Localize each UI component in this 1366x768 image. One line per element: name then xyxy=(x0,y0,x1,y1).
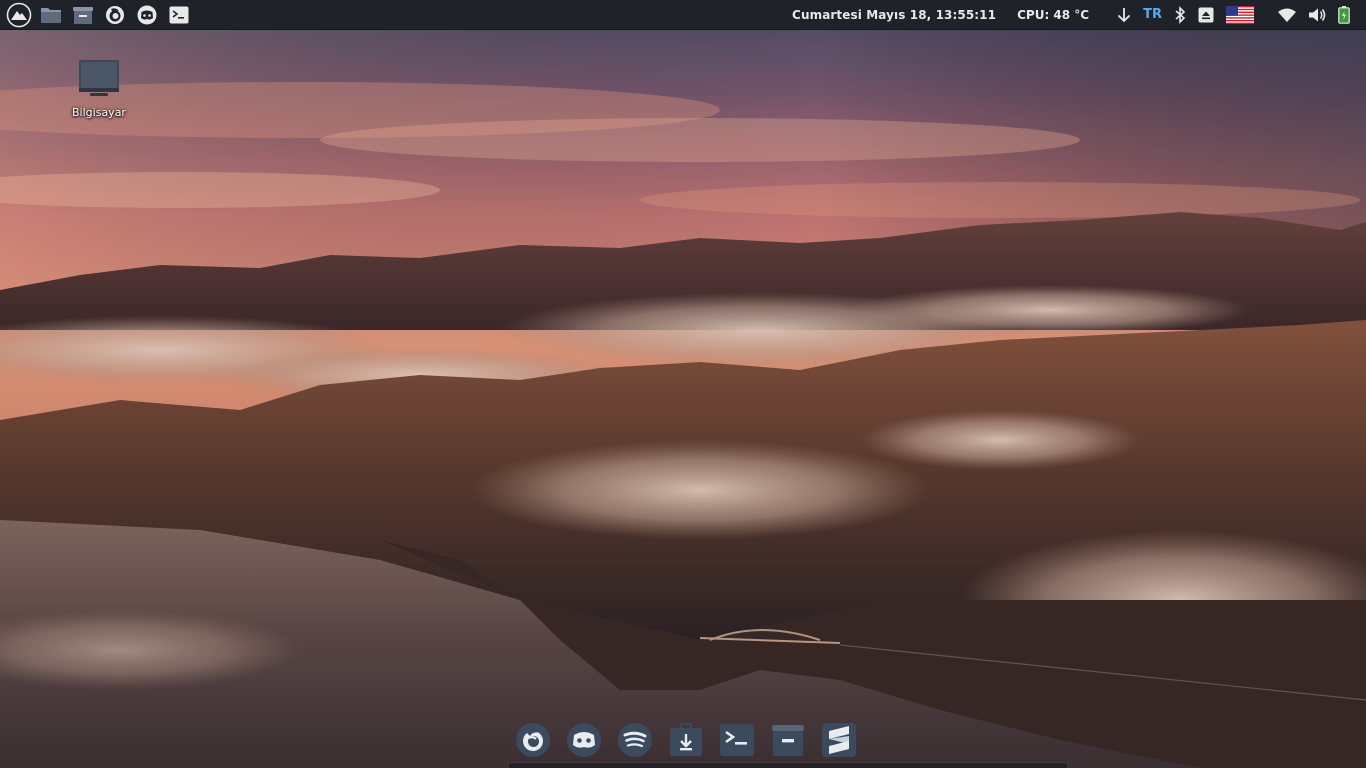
download-arrow-icon xyxy=(1117,7,1131,22)
distro-logo-icon xyxy=(6,2,32,27)
keyboard-layout-label: TR xyxy=(1143,7,1162,22)
file-manager-icon xyxy=(41,7,61,23)
firefox-icon xyxy=(516,723,550,757)
archive-launcher[interactable] xyxy=(68,1,98,29)
network-indicator[interactable] xyxy=(1272,0,1302,30)
spotify-icon xyxy=(618,723,652,757)
dock-item-spotify[interactable] xyxy=(616,721,654,759)
sublime-text-icon xyxy=(822,723,856,757)
dock-shelf xyxy=(508,762,1068,768)
desktop-icon-label: Bilgisayar xyxy=(72,106,126,119)
top-panel: Cumartesi Mayıs 18, 13:55:11 CPU: 48 °C … xyxy=(0,0,1366,30)
dock xyxy=(508,712,864,768)
computer-icon xyxy=(79,60,119,96)
battery-indicator[interactable] xyxy=(1332,0,1356,30)
wifi-icon xyxy=(1278,8,1296,22)
firefox-icon xyxy=(106,5,124,24)
terminal-launcher[interactable] xyxy=(164,1,194,29)
us-flag-icon xyxy=(1226,5,1254,24)
dock-item-discord[interactable] xyxy=(565,721,603,759)
clock[interactable]: Cumartesi Mayıs 18, 13:55:11 xyxy=(792,8,996,22)
volume-icon xyxy=(1309,8,1326,21)
updates-indicator[interactable] xyxy=(1111,0,1137,30)
discord-icon xyxy=(567,723,601,757)
terminal-icon xyxy=(720,724,754,756)
bluetooth-icon xyxy=(1175,5,1186,24)
distro-logo-button[interactable] xyxy=(4,1,34,29)
dock-item-sublime-text[interactable] xyxy=(820,721,858,759)
desktop-icon-computer[interactable]: Bilgisayar xyxy=(62,58,136,119)
battery-icon xyxy=(1338,5,1350,24)
keyboard-layout-indicator[interactable]: TR xyxy=(1137,0,1168,30)
eject-icon xyxy=(1198,7,1214,22)
dock-item-installer[interactable] xyxy=(667,721,705,759)
cpu-temperature[interactable]: CPU: 48 °C xyxy=(1017,8,1089,22)
desktop-wallpaper xyxy=(0,0,1366,768)
archive-icon xyxy=(772,725,804,756)
discord-launcher[interactable] xyxy=(132,1,162,29)
firefox-launcher[interactable] xyxy=(100,1,130,29)
dock-item-terminal[interactable] xyxy=(718,721,756,759)
panel-launchers xyxy=(0,0,196,30)
bluetooth-indicator[interactable] xyxy=(1168,0,1192,30)
discord-icon xyxy=(137,5,157,24)
volume-indicator[interactable] xyxy=(1302,0,1332,30)
installer-icon xyxy=(670,723,702,756)
terminal-icon xyxy=(169,6,189,23)
dock-item-archive[interactable] xyxy=(769,721,807,759)
language-flag-indicator[interactable] xyxy=(1220,0,1260,30)
panel-status-area: Cumartesi Mayıs 18, 13:55:11 CPU: 48 °C … xyxy=(792,0,1366,30)
eject-indicator[interactable] xyxy=(1192,0,1220,30)
archive-icon xyxy=(73,6,93,24)
file-manager-launcher[interactable] xyxy=(36,1,66,29)
dock-item-firefox[interactable] xyxy=(514,721,552,759)
